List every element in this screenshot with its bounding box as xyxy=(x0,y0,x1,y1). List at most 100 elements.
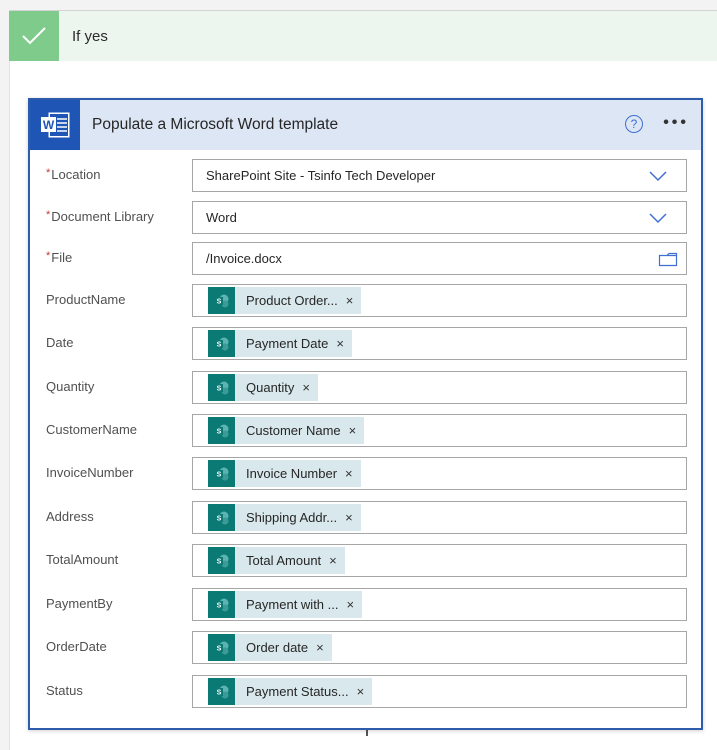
field-row-address: Address S Shipping Addr... × xyxy=(30,501,701,535)
dynamic-content-token[interactable]: S Payment with ... × xyxy=(208,591,363,618)
svg-text:S: S xyxy=(216,515,221,522)
field-label: *Document Library xyxy=(46,209,154,224)
token-label: Customer Name xyxy=(246,423,341,438)
dynamic-content-token[interactable]: S Order date × xyxy=(208,634,332,661)
remove-token-icon[interactable]: × xyxy=(346,597,354,612)
field-label-text: OrderDate xyxy=(46,639,107,654)
svg-text:S: S xyxy=(216,341,221,348)
dynamic-content-token[interactable]: S Invoice Number × xyxy=(208,460,361,487)
field-label: TotalAmount xyxy=(46,552,118,567)
remove-token-icon[interactable]: × xyxy=(302,380,310,395)
field-label-text: Quantity xyxy=(46,379,95,394)
dynamic-content-input[interactable]: S Customer Name × xyxy=(192,414,687,447)
remove-token-icon[interactable]: × xyxy=(316,640,324,655)
remove-token-icon[interactable]: × xyxy=(345,466,353,481)
condition-branch-header[interactable]: If yes xyxy=(9,11,717,61)
field-row-status: Status S Payment Status... × xyxy=(30,675,701,709)
token-label: Invoice Number xyxy=(246,466,338,481)
action-card-header[interactable]: W Populate a Microsoft Word template ? •… xyxy=(30,100,701,150)
required-marker: * xyxy=(46,209,51,221)
sharepoint-icon: S xyxy=(208,287,235,314)
dynamic-content-input[interactable]: S Payment Date × xyxy=(192,327,687,360)
chevron-down-icon[interactable] xyxy=(648,169,668,183)
dynamic-content-input[interactable]: S Invoice Number × xyxy=(192,457,687,490)
field-row-orderdate: OrderDate S Order date × xyxy=(30,631,701,665)
remove-token-icon[interactable]: × xyxy=(336,336,344,351)
field-label-text: Location xyxy=(51,167,101,182)
dynamic-content-input[interactable]: S Total Amount × xyxy=(192,544,687,577)
sharepoint-icon: S xyxy=(208,460,235,487)
token-label: Quantity xyxy=(246,380,295,395)
remove-token-icon[interactable]: × xyxy=(357,684,365,699)
field-label-text: Date xyxy=(46,335,74,350)
field-label: PaymentBy xyxy=(46,596,112,611)
field-label: Quantity xyxy=(46,379,94,394)
sharepoint-icon: S xyxy=(208,678,235,705)
field-value: Word xyxy=(206,210,237,225)
svg-text:S: S xyxy=(216,471,221,478)
token-label: Order date xyxy=(246,640,309,655)
dynamic-content-input[interactable]: S Quantity × xyxy=(192,371,687,404)
condition-branch-label: If yes xyxy=(72,27,108,45)
field-row-customername: CustomerName S Customer Name × xyxy=(30,414,701,448)
svg-text:S: S xyxy=(216,385,221,392)
field-label: *File xyxy=(46,250,72,265)
field-label: Date xyxy=(46,335,73,350)
remove-token-icon[interactable]: × xyxy=(349,423,357,438)
field-label-text: File xyxy=(51,250,73,265)
chevron-down-icon[interactable] xyxy=(648,211,668,225)
sharepoint-icon: S xyxy=(208,374,235,401)
field-label-text: Address xyxy=(46,509,94,524)
required-marker: * xyxy=(46,167,51,179)
checkmark-icon xyxy=(9,11,59,61)
field-row-totalamount: TotalAmount S Total Amount × xyxy=(30,544,701,578)
dropdown-field[interactable]: Word xyxy=(192,201,687,234)
field-label-text: Status xyxy=(46,683,83,698)
dynamic-content-input[interactable]: S Product Order... × xyxy=(192,284,687,317)
svg-text:S: S xyxy=(216,558,221,565)
field-row-productname: ProductName S Product Order... × xyxy=(30,284,701,318)
token-label: Payment with ... xyxy=(246,597,339,612)
field-label-text: CustomerName xyxy=(46,422,138,437)
field-row-document-library: *Document Library Word xyxy=(30,201,701,235)
dynamic-content-token[interactable]: S Product Order... × xyxy=(208,287,362,314)
field-value: SharePoint Site - Tsinfo Tech Developer xyxy=(206,168,436,183)
dynamic-content-token[interactable]: S Payment Status... × xyxy=(208,678,373,705)
sharepoint-icon: S xyxy=(208,634,235,661)
sharepoint-icon: S xyxy=(208,417,235,444)
action-title: Populate a Microsoft Word template xyxy=(92,116,339,133)
sharepoint-icon: S xyxy=(208,591,235,618)
field-label-text: PaymentBy xyxy=(46,596,113,611)
dynamic-content-input[interactable]: S Shipping Addr... × xyxy=(192,501,687,534)
field-value: /Invoice.docx xyxy=(206,251,282,266)
field-row-location: *Location SharePoint Site - Tsinfo Tech D… xyxy=(30,159,701,193)
svg-text:S: S xyxy=(216,298,221,305)
dynamic-content-token[interactable]: S Customer Name × xyxy=(208,417,365,444)
remove-token-icon[interactable]: × xyxy=(346,293,354,308)
token-label: Total Amount xyxy=(246,553,322,568)
dynamic-content-token[interactable]: S Shipping Addr... × xyxy=(208,504,361,531)
field-label: Status xyxy=(46,683,83,698)
action-card-populate-word-template: W Populate a Microsoft Word template ? •… xyxy=(28,98,703,730)
dynamic-content-input[interactable]: S Order date × xyxy=(192,631,687,664)
folder-icon[interactable] xyxy=(658,251,678,267)
help-icon[interactable]: ? xyxy=(625,115,643,133)
remove-token-icon[interactable]: × xyxy=(329,553,337,568)
dynamic-content-token[interactable]: S Quantity × xyxy=(208,374,319,401)
field-label: CustomerName xyxy=(46,422,137,437)
file-path-input[interactable]: /Invoice.docx xyxy=(192,242,687,275)
dynamic-content-input[interactable]: S Payment with ... × xyxy=(192,588,687,621)
field-label: OrderDate xyxy=(46,639,107,654)
more-options-icon[interactable]: ••• xyxy=(663,114,689,132)
sharepoint-icon: S xyxy=(208,330,235,357)
token-label: Payment Status... xyxy=(246,684,349,699)
svg-text:S: S xyxy=(216,428,221,435)
field-row-file: *File/Invoice.docx xyxy=(30,242,701,276)
dropdown-field[interactable]: SharePoint Site - Tsinfo Tech Developer xyxy=(192,159,687,192)
svg-text:S: S xyxy=(216,602,221,609)
dynamic-content-input[interactable]: S Payment Status... × xyxy=(192,675,687,708)
remove-token-icon[interactable]: × xyxy=(345,510,353,525)
dynamic-content-token[interactable]: S Payment Date × xyxy=(208,330,352,357)
dynamic-content-token[interactable]: S Total Amount × xyxy=(208,547,345,574)
field-row-paymentby: PaymentBy S Payment with ... × xyxy=(30,588,701,622)
